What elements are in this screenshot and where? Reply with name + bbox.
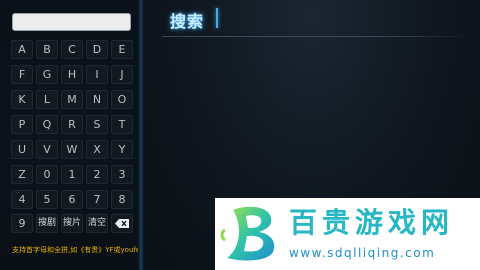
key-1[interactable]: 1 bbox=[61, 165, 83, 184]
key-l[interactable]: L bbox=[36, 90, 58, 109]
key-o[interactable]: O bbox=[111, 90, 133, 109]
title-divider bbox=[162, 36, 472, 37]
key-2[interactable]: 2 bbox=[86, 165, 108, 184]
app-window: A B C D E F G H I J K L M N O P Q R S T … bbox=[0, 0, 480, 270]
key-5[interactable]: 5 bbox=[36, 190, 58, 209]
watermark: 百贵游戏网 www.sdqlliqing.com bbox=[215, 198, 480, 270]
key-0[interactable]: 0 bbox=[36, 165, 58, 184]
search-input[interactable] bbox=[12, 13, 131, 31]
key-y[interactable]: Y bbox=[111, 140, 133, 159]
search-tv-button[interactable]: 搜剧 bbox=[36, 214, 58, 233]
backspace-button[interactable] bbox=[111, 214, 133, 233]
key-f[interactable]: F bbox=[11, 65, 33, 84]
key-h[interactable]: H bbox=[61, 65, 83, 84]
key-m[interactable]: M bbox=[61, 90, 83, 109]
search-film-button[interactable]: 搜片 bbox=[61, 214, 83, 233]
watermark-brand: 百贵游戏网 bbox=[289, 206, 455, 239]
key-3[interactable]: 3 bbox=[111, 165, 133, 184]
key-i[interactable]: I bbox=[86, 65, 108, 84]
page-title: 搜索 bbox=[170, 12, 205, 31]
key-w[interactable]: W bbox=[61, 140, 83, 159]
clear-button[interactable]: 清空 bbox=[86, 214, 108, 233]
key-e[interactable]: E bbox=[111, 40, 133, 59]
key-6[interactable]: 6 bbox=[61, 190, 83, 209]
key-a[interactable]: A bbox=[11, 40, 33, 59]
key-b[interactable]: B bbox=[36, 40, 58, 59]
key-n[interactable]: N bbox=[86, 90, 108, 109]
key-u[interactable]: U bbox=[11, 140, 33, 159]
title-cursor bbox=[216, 8, 218, 28]
key-q[interactable]: Q bbox=[36, 115, 58, 134]
key-8[interactable]: 8 bbox=[111, 190, 133, 209]
key-z[interactable]: Z bbox=[11, 165, 33, 184]
key-k[interactable]: K bbox=[11, 90, 33, 109]
backspace-icon bbox=[115, 219, 129, 228]
keyboard-panel: A B C D E F G H I J K L M N O P Q R S T … bbox=[0, 0, 142, 270]
key-4[interactable]: 4 bbox=[11, 190, 33, 209]
search-hint: 支持首字母和全拼,如《有贵》YF或youfei bbox=[12, 246, 143, 254]
key-s[interactable]: S bbox=[86, 115, 108, 134]
watermark-url: www.sdqlliqing.com bbox=[289, 246, 436, 260]
key-7[interactable]: 7 bbox=[86, 190, 108, 209]
key-r[interactable]: R bbox=[61, 115, 83, 134]
key-d[interactable]: D bbox=[86, 40, 108, 59]
key-x[interactable]: X bbox=[86, 140, 108, 159]
key-g[interactable]: G bbox=[36, 65, 58, 84]
key-9[interactable]: 9 bbox=[11, 214, 33, 233]
b-logo-icon bbox=[220, 206, 275, 261]
key-j[interactable]: J bbox=[111, 65, 133, 84]
key-p[interactable]: P bbox=[11, 115, 33, 134]
key-c[interactable]: C bbox=[61, 40, 83, 59]
key-t[interactable]: T bbox=[111, 115, 133, 134]
key-v[interactable]: V bbox=[36, 140, 58, 159]
